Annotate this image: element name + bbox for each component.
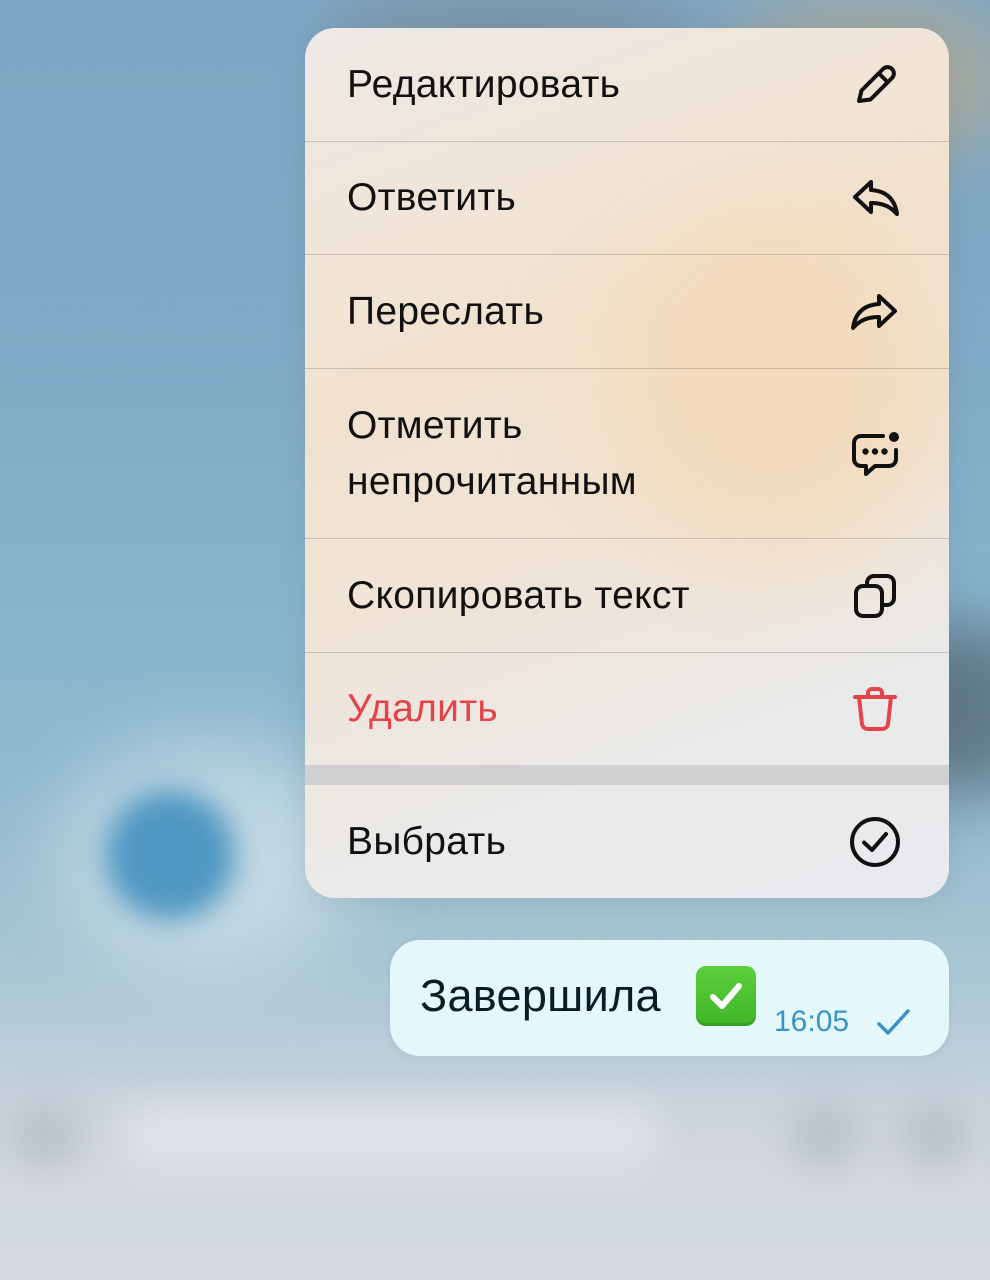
menu-item-label: Ответить — [347, 176, 517, 219]
menu-item-reply[interactable]: Ответить — [305, 142, 949, 254]
menu-item-label-line1: Отметить — [347, 403, 523, 447]
menu-item-select[interactable]: Выбрать — [305, 785, 949, 898]
trash-icon — [847, 681, 903, 737]
single-check-icon — [874, 1004, 914, 1040]
reply-arrow-icon — [847, 170, 903, 226]
forward-arrow-icon — [847, 284, 903, 340]
message-text: Завершила — [420, 970, 661, 1021]
menu-item-label: Редактировать — [347, 62, 621, 106]
menu-item-mark-unread[interactable]: Отметить непрочитанным — [305, 369, 949, 538]
menu-item-edit[interactable]: Редактировать — [305, 28, 949, 141]
menu-item-copy-text[interactable]: Скопировать текст — [305, 539, 949, 652]
message-time: 16:05 — [774, 1005, 850, 1038]
menu-item-delete[interactable]: Удалить — [305, 653, 949, 765]
pencil-icon — [847, 57, 903, 113]
menu-item-label: Скопировать текст — [347, 573, 690, 617]
menu-item-forward[interactable]: Переслать — [305, 255, 949, 368]
menu-item-label: Выбрать — [347, 819, 507, 863]
message-bubble[interactable]: Завершила 16:05 — [390, 940, 949, 1056]
menu-item-label-line2: непрочитанным — [347, 459, 637, 503]
copy-icon — [847, 568, 903, 624]
menu-item-label: Отметить непрочитанным — [347, 398, 637, 510]
unread-chat-bubble-icon — [847, 426, 903, 482]
menu-item-label: Удалить — [347, 687, 498, 730]
menu-item-label: Переслать — [347, 289, 545, 333]
check-circle-icon — [847, 814, 903, 870]
check-mark-button-emoji-icon — [696, 966, 756, 1026]
message-context-menu: Редактировать Ответить Переслать Отметит… — [305, 28, 949, 898]
